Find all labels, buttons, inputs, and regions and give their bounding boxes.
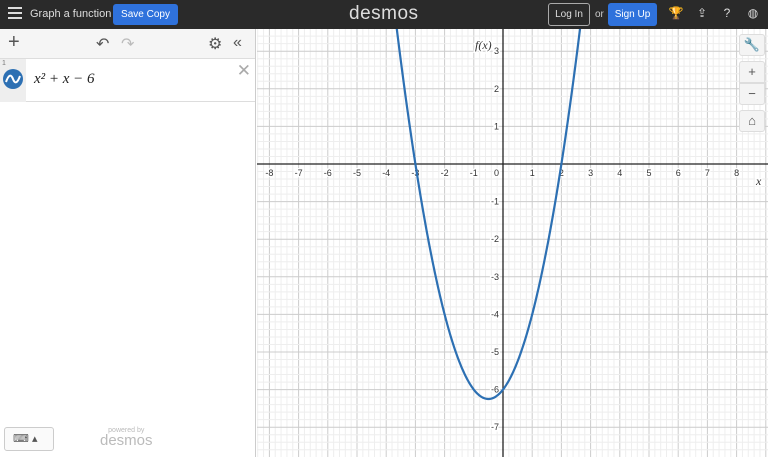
powered-by-brand: desmos bbox=[100, 432, 153, 449]
signup-button[interactable]: Sign Up bbox=[608, 3, 657, 26]
expression-toolbar: + ↶ ↷ ⚙ « bbox=[0, 29, 255, 59]
keyboard-icon: ⌨ bbox=[13, 433, 29, 445]
x-tick-label: 3 bbox=[588, 168, 593, 178]
graph-settings-button[interactable]: 🔧 bbox=[739, 34, 765, 56]
zoom-in-button[interactable]: + bbox=[739, 61, 765, 83]
redo-icon[interactable]: ↷ bbox=[121, 34, 134, 54]
globe-icon[interactable]: ◍ bbox=[745, 6, 761, 20]
x-tick-label: 7 bbox=[705, 168, 710, 178]
x-axis-label: x bbox=[755, 174, 762, 188]
function-curve bbox=[395, 29, 582, 401]
save-copy-button[interactable]: Save Copy bbox=[113, 4, 178, 25]
add-expression-icon[interactable]: + bbox=[8, 31, 20, 54]
x-tick-label: 1 bbox=[530, 168, 535, 178]
y-tick-label: -5 bbox=[491, 347, 499, 357]
desmos-logo: desmos bbox=[349, 3, 419, 24]
y-axis-label: f(x) bbox=[475, 38, 492, 52]
y-tick-label: -4 bbox=[491, 309, 499, 319]
y-tick-label: 2 bbox=[494, 84, 499, 94]
x-tick-label: 4 bbox=[617, 168, 622, 178]
expression-row[interactable]: 1 x² + x − 6 ✕ bbox=[0, 59, 255, 102]
powered-by-desmos[interactable]: powered by desmos bbox=[100, 427, 153, 449]
y-tick-label: -2 bbox=[491, 234, 499, 244]
keyboard-toggle-button[interactable]: ⌨ ▴ bbox=[4, 427, 54, 451]
menu-icon[interactable] bbox=[8, 7, 22, 21]
zoom-out-button[interactable]: − bbox=[739, 83, 765, 105]
x-tick-label: -1 bbox=[470, 168, 478, 178]
home-icon: ⌂ bbox=[748, 113, 756, 128]
expression-index: 1 bbox=[2, 60, 6, 67]
y-tick-label: -1 bbox=[491, 197, 499, 207]
wrench-icon: 🔧 bbox=[743, 37, 761, 52]
curve-color-icon[interactable] bbox=[3, 69, 23, 89]
expression-math[interactable]: x² + x − 6 bbox=[34, 71, 95, 88]
default-viewport-button[interactable]: ⌂ bbox=[739, 110, 765, 132]
y-tick-label: -6 bbox=[491, 385, 499, 395]
x-tick-label: -2 bbox=[441, 168, 449, 178]
collapse-panel-icon[interactable]: « bbox=[233, 34, 242, 52]
graph-canvas[interactable]: -8 -7 -6 -5 -4 -3 -2 -1 1 2 3 4 5 6 7 8321-1-2-3-4-5-6-… bbox=[257, 29, 768, 457]
origin-label: 0 bbox=[494, 168, 499, 178]
help-icon[interactable]: ? bbox=[719, 6, 735, 20]
undo-icon[interactable]: ↶ bbox=[96, 34, 109, 54]
y-tick-label: -3 bbox=[491, 272, 499, 282]
graph-title[interactable]: Graph a function bbox=[30, 8, 111, 20]
login-button[interactable]: Log In bbox=[548, 3, 590, 26]
x-tick-label: -6 bbox=[324, 168, 332, 178]
y-tick-label: 3 bbox=[494, 46, 499, 56]
x-tick-label: 6 bbox=[676, 168, 681, 178]
share-icon[interactable]: ⇪ bbox=[694, 6, 710, 20]
delete-expression-icon[interactable]: ✕ bbox=[237, 61, 251, 81]
or-text: or bbox=[595, 9, 604, 20]
x-tick-label: 8 bbox=[734, 168, 739, 178]
trophy-icon[interactable]: 🏆 bbox=[668, 6, 684, 20]
expression-panel: + ↶ ↷ ⚙ « 1 x² + x − 6 ✕ ⌨ ▴ powered by d… bbox=[0, 29, 256, 457]
y-tick-label: 1 bbox=[494, 121, 499, 131]
y-tick-label: -7 bbox=[491, 422, 499, 432]
x-tick-label: 5 bbox=[646, 168, 651, 178]
gear-icon[interactable]: ⚙ bbox=[208, 34, 222, 54]
x-tick-label: -8 bbox=[265, 168, 273, 178]
x-tick-label: -4 bbox=[382, 168, 390, 178]
top-bar: Graph a function Save Copy desmos Log In… bbox=[0, 0, 768, 29]
x-tick-label: -5 bbox=[353, 168, 361, 178]
x-tick-label: -7 bbox=[295, 168, 303, 178]
